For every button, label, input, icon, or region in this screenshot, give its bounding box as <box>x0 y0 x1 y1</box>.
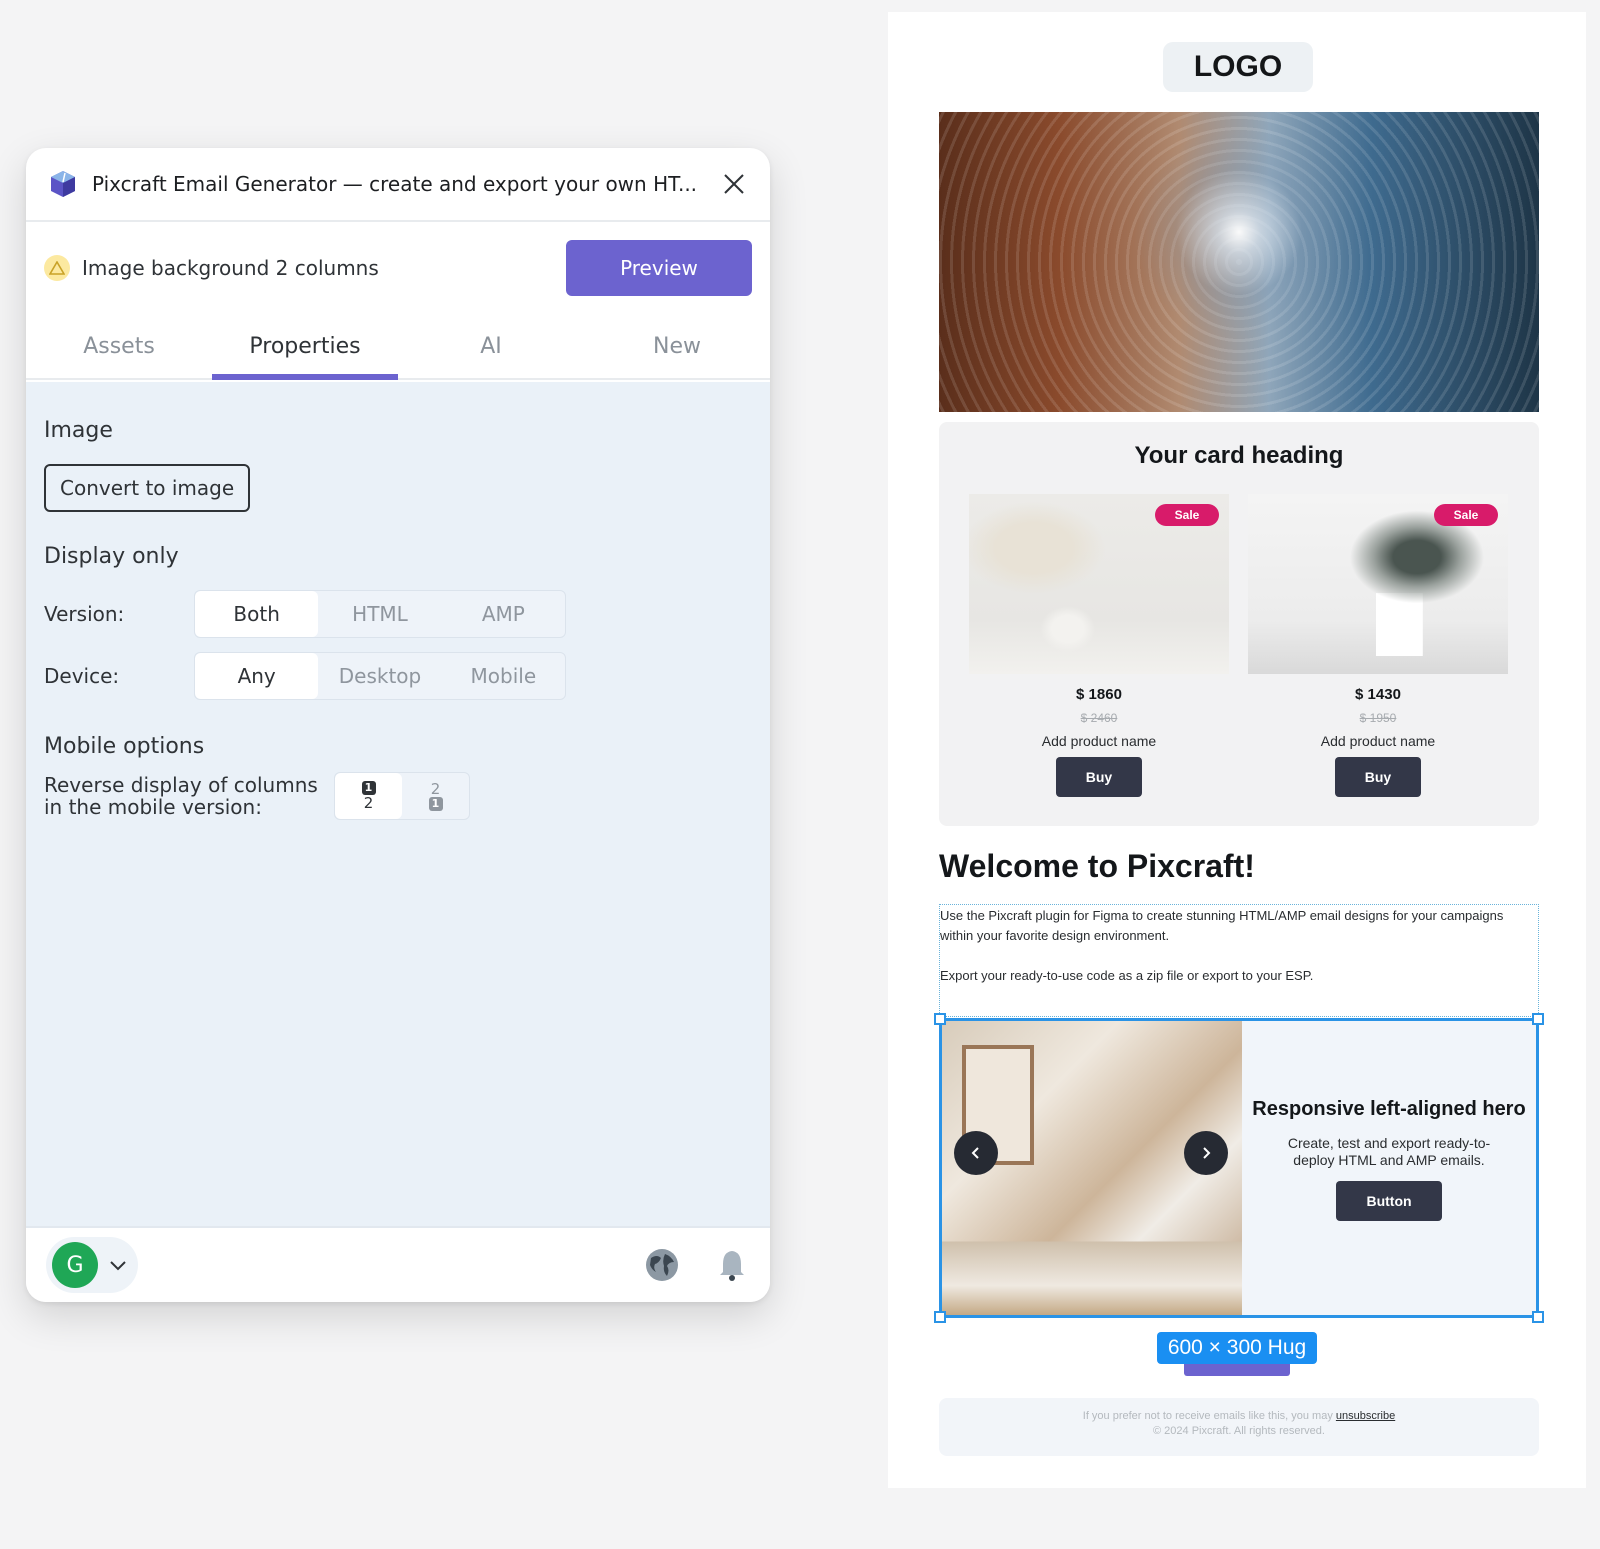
tab-properties[interactable]: Properties <box>212 314 398 380</box>
hero-button[interactable]: Button <box>1336 1181 1442 1221</box>
bell-icon <box>720 1251 744 1281</box>
tab-new[interactable]: New <box>584 314 770 378</box>
column-order-reversed[interactable]: 2 1 <box>402 773 469 819</box>
header-image[interactable] <box>939 112 1539 412</box>
tab-bar: Assets Properties AI New <box>26 314 770 380</box>
language-button[interactable] <box>644 1247 680 1283</box>
product-image[interactable]: Sale <box>969 494 1229 674</box>
hero-text-column: Responsive left-aligned hero Create, tes… <box>1242 1021 1536 1315</box>
resize-handle-bottom-left[interactable] <box>934 1311 946 1323</box>
product-old-price: $ 2460 <box>1080 711 1118 725</box>
image-section-title: Image <box>44 418 113 443</box>
sale-badge: Sale <box>1155 504 1219 526</box>
reverse-columns-toggle: 1 2 2 1 <box>334 772 470 820</box>
notifications-button[interactable] <box>714 1247 750 1283</box>
copyright: © 2024 Pixcraft. All rights reserved. <box>1153 1425 1325 1437</box>
hero-title: Responsive left-aligned hero <box>1252 1098 1526 1120</box>
version-label: Version: <box>44 602 125 626</box>
email-canvas: LOGO Your card heading Sale $ 1860 $ 246… <box>888 12 1586 1488</box>
product-price: $ 1860 <box>1076 686 1122 703</box>
selected-element-label: Image background 2 columns <box>82 256 379 280</box>
account-switcher[interactable]: G <box>46 1237 138 1293</box>
chevron-left-icon <box>971 1147 979 1159</box>
device-option-any[interactable]: Any <box>195 653 319 699</box>
version-option-html[interactable]: HTML <box>318 591 441 637</box>
globe-icon <box>646 1249 678 1281</box>
chevron-right-icon <box>1203 1147 1211 1159</box>
avatar: G <box>52 1242 98 1288</box>
preview-button[interactable]: Preview <box>566 240 752 296</box>
context-bar: Image background 2 columns Preview <box>26 222 770 314</box>
resize-handle-top-right[interactable] <box>1532 1013 1544 1025</box>
intro-text-block[interactable]: Use the Pixcraft plugin for Figma to cre… <box>939 904 1539 1017</box>
version-option-both[interactable]: Both <box>195 591 319 637</box>
product-item: Sale $ 1860 $ 2460 Add product name Buy <box>969 494 1229 797</box>
panel-footer: G <box>26 1226 770 1302</box>
unsubscribe-link[interactable]: unsubscribe <box>1336 1410 1395 1422</box>
title-bar: Pixcraft Email Generator — create and ex… <box>26 148 770 222</box>
product-price: $ 1430 <box>1355 686 1401 703</box>
version-segmented-control: Both HTML AMP <box>194 590 566 638</box>
warning-icon <box>44 255 70 281</box>
buy-button[interactable]: Buy <box>1056 757 1142 797</box>
chevron-down-icon <box>110 1261 126 1271</box>
version-option-amp[interactable]: AMP <box>442 591 565 637</box>
product-name: Add product name <box>1320 733 1436 749</box>
tab-ai[interactable]: AI <box>398 314 584 378</box>
version-row: Version: Both HTML AMP <box>44 590 566 638</box>
email-footer: If you prefer not to receive emails like… <box>939 1398 1539 1456</box>
logo[interactable]: LOGO <box>1163 42 1313 92</box>
column-order-normal[interactable]: 1 2 <box>335 773 402 819</box>
device-label: Device: <box>44 664 120 688</box>
device-option-mobile[interactable]: Mobile <box>442 653 565 699</box>
device-option-desktop[interactable]: Desktop <box>318 653 441 699</box>
device-row: Device: Any Desktop Mobile <box>44 652 566 700</box>
hero-description: Create, test and export ready-to-deploy … <box>1287 1135 1491 1168</box>
product-item: Sale $ 1430 $ 1950 Add product name Buy <box>1248 494 1508 797</box>
reverse-columns-label: Reverse display of columns in the mobile… <box>44 773 318 819</box>
reverse-columns-row: Reverse display of columns in the mobile… <box>44 772 470 820</box>
plugin-panel: Pixcraft Email Generator — create and ex… <box>26 148 770 1302</box>
product-name: Add product name <box>1041 733 1157 749</box>
sale-badge: Sale <box>1434 504 1498 526</box>
device-segmented-control: Any Desktop Mobile <box>194 652 566 700</box>
carousel-prev-button[interactable] <box>954 1131 998 1175</box>
selection-size-badge: 600 × 300 Hug <box>1157 1332 1317 1364</box>
convert-to-image-button[interactable]: Convert to image <box>44 464 251 512</box>
tab-assets[interactable]: Assets <box>26 314 212 378</box>
product-old-price: $ 1950 <box>1359 711 1397 725</box>
resize-handle-bottom-right[interactable] <box>1532 1311 1544 1323</box>
card-heading: Your card heading <box>1134 442 1344 469</box>
close-button[interactable] <box>720 170 748 198</box>
resize-handle-top-left[interactable] <box>934 1013 946 1025</box>
properties-pane: Image Convert to image Display only Vers… <box>26 382 770 1226</box>
app-title: Pixcraft Email Generator — create and ex… <box>92 172 698 196</box>
selected-hero-block[interactable]: Responsive left-aligned hero Create, tes… <box>934 1013 1544 1323</box>
buy-button[interactable]: Buy <box>1335 757 1421 797</box>
display-only-section-title: Display only <box>44 544 179 569</box>
carousel-next-button[interactable] <box>1184 1131 1228 1175</box>
mobile-options-section-title: Mobile options <box>44 734 205 759</box>
hero-carousel-image[interactable] <box>942 1021 1242 1315</box>
pixcraft-cube-icon <box>48 169 78 199</box>
product-image[interactable]: Sale <box>1248 494 1508 674</box>
welcome-heading[interactable]: Welcome to Pixcraft! <box>939 848 1255 885</box>
close-icon <box>724 174 744 194</box>
product-card[interactable]: Your card heading Sale $ 1860 $ 2460 Add… <box>939 422 1539 826</box>
